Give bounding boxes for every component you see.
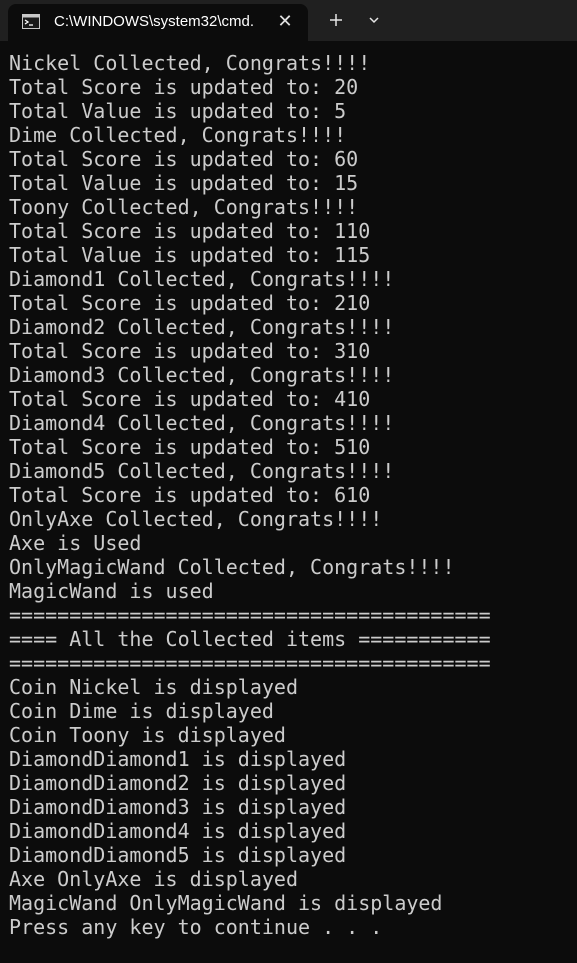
close-icon[interactable]: ✕ bbox=[274, 11, 296, 33]
tab-cmd[interactable]: C:\WINDOWS\system32\cmd. ✕ bbox=[8, 4, 308, 41]
console-line: OnlyAxe Collected, Congrats!!!! bbox=[9, 507, 383, 531]
console-line: Axe is Used bbox=[9, 531, 142, 555]
console-line: DiamondDiamond1 is displayed bbox=[9, 747, 347, 771]
console-line: Total Score is updated to: 60 bbox=[9, 147, 359, 171]
console-line: Dime Collected, Congrats!!!! bbox=[9, 123, 347, 147]
console-line: ==== All the Collected items =========== bbox=[9, 627, 491, 651]
console-line: DiamondDiamond3 is displayed bbox=[9, 795, 347, 819]
console-line: Diamond2 Collected, Congrats!!!! bbox=[9, 315, 395, 339]
console-line: Coin Nickel is displayed bbox=[9, 675, 298, 699]
console-line: Diamond1 Collected, Congrats!!!! bbox=[9, 267, 395, 291]
plus-icon[interactable] bbox=[322, 8, 350, 32]
tab-bar: C:\WINDOWS\system32\cmd. ✕ bbox=[0, 0, 577, 41]
console-line: Total Value is updated to: 15 bbox=[9, 171, 359, 195]
console-line: OnlyMagicWand Collected, Congrats!!!! bbox=[9, 555, 455, 579]
console-line: MagicWand OnlyMagicWand is displayed bbox=[9, 891, 443, 915]
console-line: Toony Collected, Congrats!!!! bbox=[9, 195, 359, 219]
console-line: Diamond5 Collected, Congrats!!!! bbox=[9, 459, 395, 483]
console-line: DiamondDiamond4 is displayed bbox=[9, 819, 347, 843]
console-line: Coin Toony is displayed bbox=[9, 723, 286, 747]
console-line: Total Score is updated to: 20 bbox=[9, 75, 359, 99]
console-line: DiamondDiamond2 is displayed bbox=[9, 771, 347, 795]
console-line: ======================================== bbox=[9, 603, 491, 627]
console-line: Diamond3 Collected, Congrats!!!! bbox=[9, 363, 395, 387]
console-line: Total Score is updated to: 210 bbox=[9, 291, 371, 315]
console-line: Nickel Collected, Congrats!!!! bbox=[9, 51, 371, 75]
console-line: Axe OnlyAxe is displayed bbox=[9, 867, 298, 891]
console-line: Total Score is updated to: 410 bbox=[9, 387, 371, 411]
console-output[interactable]: Nickel Collected, Congrats!!!! Total Scor… bbox=[9, 51, 577, 939]
cmd-icon bbox=[22, 14, 40, 29]
console-line: ======================================== bbox=[9, 651, 491, 675]
terminal-window: C:\WINDOWS\system32\cmd. ✕ Nickel Collec… bbox=[0, 0, 577, 963]
console-line: Total Value is updated to: 115 bbox=[9, 243, 371, 267]
console-line: Diamond4 Collected, Congrats!!!! bbox=[9, 411, 395, 435]
console-line: Total Score is updated to: 310 bbox=[9, 339, 371, 363]
console-line: MagicWand is used bbox=[9, 579, 214, 603]
console-line: Total Score is updated to: 510 bbox=[9, 435, 371, 459]
console-line: Coin Dime is displayed bbox=[9, 699, 274, 723]
console-line: Press any key to continue . . . bbox=[9, 915, 383, 939]
console-line: Total Score is updated to: 610 bbox=[9, 483, 371, 507]
chevron-down-icon[interactable] bbox=[362, 8, 386, 32]
console-line: Total Score is updated to: 110 bbox=[9, 219, 371, 243]
tab-title: C:\WINDOWS\system32\cmd. bbox=[54, 13, 255, 30]
console-line: DiamondDiamond5 is displayed bbox=[9, 843, 347, 867]
console-line: Total Value is updated to: 5 bbox=[9, 99, 347, 123]
